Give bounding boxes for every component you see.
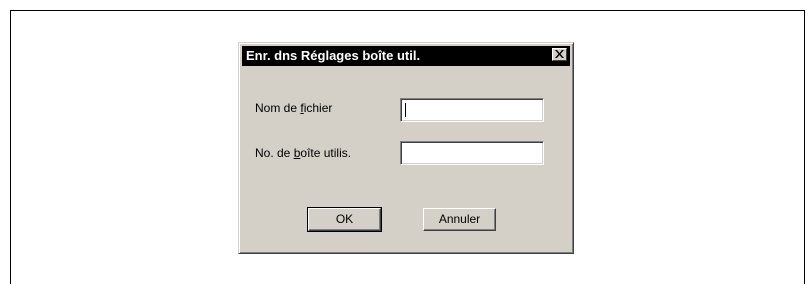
close-button[interactable]: [552, 48, 567, 61]
filename-field[interactable]: [400, 98, 544, 122]
cancel-button[interactable]: Annuler: [423, 208, 496, 231]
filename-label: Nom de fichier: [255, 101, 333, 115]
user-box-number-label: No. de boîte utilis.: [255, 146, 352, 160]
dialog-titlebar[interactable]: Enr. dns Réglages boîte util.: [242, 46, 570, 66]
user-box-number-field[interactable]: [400, 141, 544, 165]
dialog-title: Enr. dns Réglages boîte util.: [246, 48, 421, 63]
save-user-box-settings-dialog: Enr. dns Réglages boîte util. Nom de fic…: [238, 42, 574, 254]
close-icon: [555, 50, 564, 58]
ok-button[interactable]: OK: [307, 207, 382, 232]
text-caret: [405, 103, 406, 117]
